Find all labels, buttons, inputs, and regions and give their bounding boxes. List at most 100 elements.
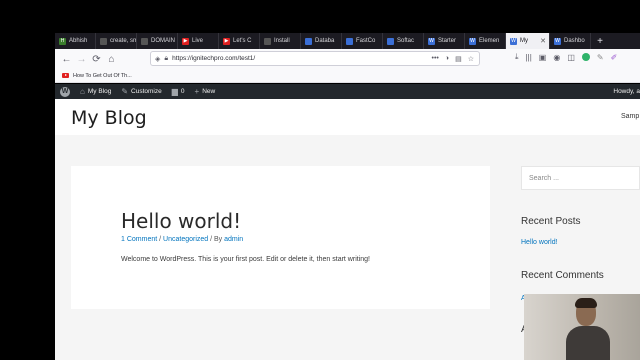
wp-admin-bar: W ⌂ My Blog ✎ Customize ▆ 0 + New Howdy,… — [55, 84, 640, 99]
wordpress-icon: W — [469, 37, 476, 45]
url-bar[interactable]: ◈ 🔒︎ https://ignitechpro.com/test1/ ••• … — [150, 51, 480, 66]
nav-item-sample[interactable]: Samp — [621, 113, 639, 120]
sidebar-icon[interactable]: ▣ — [539, 53, 547, 62]
page-icon — [141, 37, 148, 45]
page-actions-icon[interactable]: ••• — [432, 55, 439, 63]
post-body: Welcome to WordPress. This is your first… — [121, 256, 370, 263]
tab-label: Abhish — [69, 38, 88, 44]
comment-icon: ▆ — [171, 87, 178, 96]
screen: HAbhishcreate, smeDOMAIN N▶Live▶Let's CI… — [0, 0, 640, 360]
search-input[interactable]: Search ... — [521, 166, 640, 190]
customize-link[interactable]: ✎ Customize — [116, 84, 166, 99]
pocket-icon[interactable]: ◑ — [445, 55, 449, 63]
close-tab-icon[interactable]: ✕ — [540, 37, 546, 45]
forward-button[interactable]: → — [74, 52, 89, 67]
browser-tab[interactable]: Databa — [301, 33, 342, 49]
customize-label: Customize — [131, 88, 162, 95]
meta-by: / By — [208, 236, 225, 243]
page-icon — [264, 37, 271, 45]
tab-label: Dashbo — [564, 38, 585, 44]
site-header: My Blog Samp — [55, 99, 640, 135]
browser-tab[interactable]: FastCo — [342, 33, 383, 49]
post-meta: 1 Comment / Uncategorized / By admin — [121, 236, 243, 243]
lock-icon: 🔒︎ — [164, 54, 169, 62]
browser-tab[interactable]: ▶ Let's C — [219, 33, 260, 49]
browser-tab[interactable]: Softac — [383, 33, 424, 49]
recent-posts-title: Recent Posts — [521, 216, 581, 227]
tab-label: My — [520, 38, 528, 44]
youtube-icon — [62, 73, 69, 78]
page-icon — [387, 37, 394, 45]
wordpress-icon: W — [60, 86, 70, 97]
browser-tab[interactable]: ▶ Live — [178, 33, 219, 49]
site-title[interactable]: My Blog — [71, 107, 147, 129]
back-button[interactable]: ← — [59, 52, 74, 67]
browser-tab[interactable]: H Abhish — [55, 33, 96, 49]
comments-link[interactable]: ▆ 0 — [167, 84, 190, 99]
my-blog-label: My Blog — [87, 88, 112, 95]
tab-strip: HAbhishcreate, smeDOMAIN N▶Live▶Let's CI… — [55, 33, 640, 49]
bookmark-item[interactable]: How To Get Out Of Th... — [73, 73, 132, 79]
new-tab-button[interactable]: + — [591, 33, 609, 49]
browser-tab[interactable]: W Elemen — [465, 33, 506, 49]
brush-icon: ✎ — [121, 87, 129, 96]
category-link[interactable]: Uncategorized — [163, 236, 208, 243]
wp-logo-menu[interactable]: W — [55, 84, 75, 99]
navigation-toolbar: ← → ⟳ ⌂ ◈ 🔒︎ https://ignitechpro.com/tes… — [55, 49, 640, 69]
recent-comments-title: Recent Comments — [521, 270, 604, 281]
shield-icon: ◈ — [155, 55, 161, 63]
browser-tab[interactable]: W My ✕ — [506, 33, 550, 49]
browser-tab[interactable]: Install — [260, 33, 301, 49]
toolbar-icons: ⤓ ||| ▣ ◉ ◫ ✎ ✐ — [515, 52, 617, 62]
tab-label: FastCo — [356, 38, 376, 44]
page-icon — [100, 37, 107, 45]
presenter-figure — [566, 298, 610, 360]
post-card: Hello world! 1 Comment / Uncategorized /… — [71, 166, 490, 309]
webcam-overlay — [524, 294, 640, 360]
tab-label: create, sme — [110, 38, 136, 44]
page-icon — [305, 37, 312, 45]
home-button[interactable]: ⌂ — [104, 52, 119, 67]
plus-icon: + — [194, 87, 200, 96]
extension-green-icon[interactable] — [581, 53, 590, 61]
tab-label: DOMAIN N — [151, 38, 178, 44]
post-title[interactable]: Hello world! — [121, 209, 241, 233]
color-picker-icon[interactable]: ✐ — [611, 53, 618, 62]
presenter-hair — [575, 298, 597, 308]
tab-label: Starter — [438, 38, 457, 44]
dashboard-icon: ⌂ — [80, 87, 85, 96]
url-text: https://ignitechpro.com/test1/ — [172, 55, 256, 62]
page-icon — [346, 37, 353, 45]
tab-label: Live — [192, 38, 204, 44]
account-menu[interactable]: Howdy, a — [608, 84, 640, 99]
youtube-icon: ▶ — [182, 37, 189, 45]
comments-link[interactable]: 1 Comment — [121, 236, 157, 243]
browser-tab[interactable]: create, sme — [96, 33, 137, 49]
reader-icon[interactable]: ▤ — [455, 55, 462, 63]
author-link[interactable]: admin — [224, 236, 243, 243]
bookmark-star-icon[interactable]: ☆ — [468, 55, 474, 63]
recent-post-link[interactable]: Hello world! — [521, 239, 640, 246]
browser-tab[interactable]: W Dashbo — [550, 33, 591, 49]
my-blog-menu[interactable]: ⌂ My Blog — [75, 84, 116, 99]
tab-label: Install — [274, 38, 290, 44]
tab-label: Databa — [315, 38, 335, 44]
browser-tab[interactable]: DOMAIN N — [137, 33, 178, 49]
library-icon[interactable]: ||| — [526, 53, 532, 62]
bookmarks-bar: How To Get Out Of Th... — [55, 69, 640, 83]
wordpress-icon: W — [554, 37, 561, 45]
hostinger-icon: H — [59, 37, 66, 45]
howdy-label: Howdy, a — [613, 88, 640, 95]
browser-tab[interactable]: W Starter — [424, 33, 465, 49]
presenter-body — [566, 326, 610, 360]
pen-icon[interactable]: ✎ — [597, 53, 604, 62]
tab-label: Elemen — [479, 38, 500, 44]
tab-label: Softac — [397, 38, 415, 44]
download-icon[interactable]: ⤓ — [515, 52, 519, 62]
extension-icon[interactable]: ◫ — [567, 53, 575, 62]
new-content-menu[interactable]: + New — [190, 84, 221, 99]
account-icon[interactable]: ◉ — [553, 53, 560, 62]
wordpress-icon: W — [428, 37, 435, 45]
youtube-icon: ▶ — [223, 37, 230, 45]
reload-button[interactable]: ⟳ — [89, 52, 104, 67]
